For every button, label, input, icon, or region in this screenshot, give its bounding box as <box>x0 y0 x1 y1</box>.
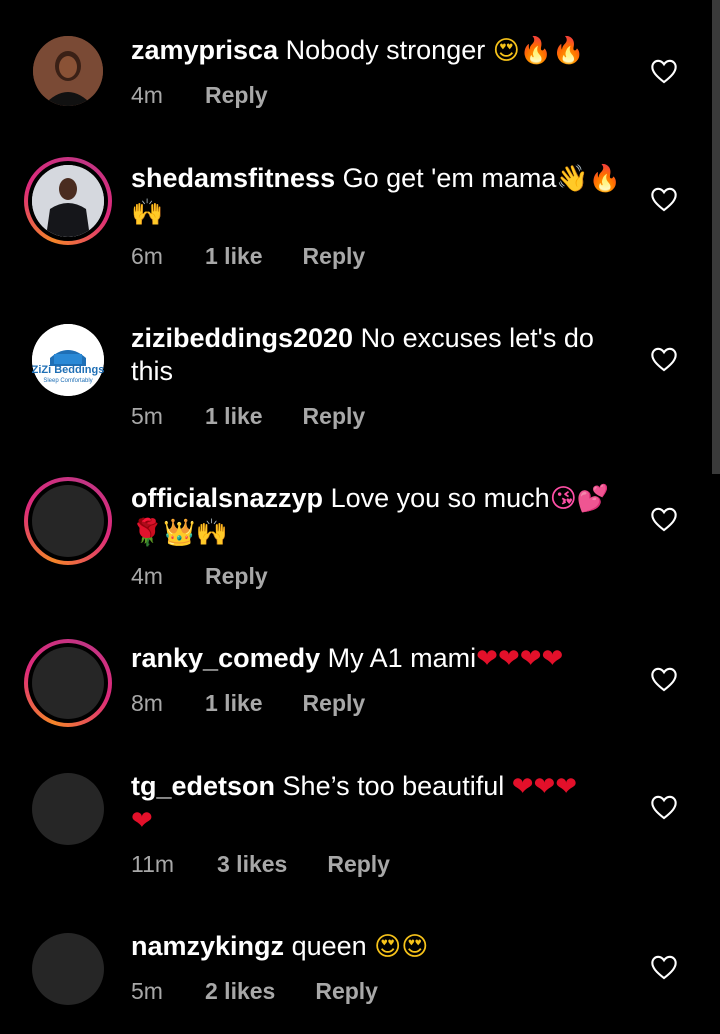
avatar[interactable] <box>23 476 113 566</box>
avatar[interactable]: ZiZi Beddings Sleep Comfortably <box>23 315 113 405</box>
comment-time: 6m <box>131 243 163 269</box>
heart-outline-icon[interactable] <box>650 794 678 820</box>
avatar-placeholder <box>32 647 104 719</box>
avatar-placeholder <box>32 933 104 1005</box>
comment-body: She’s too beautiful <box>282 771 505 801</box>
reply-button[interactable]: Reply <box>205 82 268 109</box>
brand-logo-subtext: Sleep Comfortably <box>43 378 93 384</box>
avatar[interactable] <box>23 764 113 854</box>
comment-time: 8m <box>131 690 163 716</box>
likes-count[interactable]: 3 likes <box>217 851 287 878</box>
comment-emoji: 👋🔥 <box>556 164 622 194</box>
comment-body: My A1 mami <box>327 643 477 673</box>
comment-body: No excuses let's do <box>360 323 594 353</box>
comment-emoji: 🙌 <box>131 198 164 228</box>
comment-meta: 5m 2 likes Reply <box>131 978 378 1005</box>
comment-emoji: ❤❤❤ <box>511 772 578 802</box>
reply-button[interactable]: Reply <box>303 243 366 270</box>
avatar[interactable] <box>23 638 113 728</box>
comment-text: zamyprisca Nobody stronger 😍🔥🔥 <box>131 34 631 68</box>
comment-username[interactable]: zizibeddings2020 <box>131 323 353 353</box>
comment-body: Go get 'em mama <box>342 163 557 193</box>
comment-time: 4m <box>131 563 163 589</box>
comment-text: shedamsfitness Go get 'em mama👋🔥 🙌 <box>131 162 631 230</box>
comment-username[interactable]: zamyprisca <box>131 35 278 65</box>
comment-text: tg_edetson She’s too beautiful ❤❤❤ ❤ <box>131 770 631 838</box>
comment-emoji: 😘💕 <box>549 484 610 514</box>
brand-logo-text: ZiZi Beddings <box>31 364 105 376</box>
comment-emoji: 🌹👑🙌 <box>131 518 229 548</box>
comment-body: Love you so much <box>330 483 550 513</box>
comment-meta: 5m 1 like Reply <box>131 403 365 430</box>
comment-time: 5m <box>131 403 163 429</box>
comment-text: zizibeddings2020 No excuses let's do thi… <box>131 322 631 388</box>
comment-time: 4m <box>131 82 163 108</box>
likes-count[interactable]: 2 likes <box>205 978 275 1005</box>
profile-photo <box>33 36 103 106</box>
story-ring <box>24 157 112 245</box>
avatar[interactable] <box>23 156 113 246</box>
comment-username[interactable]: tg_edetson <box>131 771 275 801</box>
comment-body: queen <box>291 931 367 961</box>
avatar[interactable] <box>23 26 113 116</box>
comment-emoji: 😍🔥🔥 <box>492 36 585 66</box>
comment-username[interactable]: shedamsfitness <box>131 163 335 193</box>
avatar-placeholder <box>32 773 104 845</box>
likes-count[interactable]: 1 like <box>205 403 263 430</box>
comment-meta: 11m 3 likes Reply <box>131 851 390 878</box>
reply-button[interactable]: Reply <box>327 851 390 878</box>
profile-photo <box>32 165 104 237</box>
likes-count[interactable]: 1 like <box>205 690 263 717</box>
reply-button[interactable]: Reply <box>303 403 366 430</box>
comment-body: Nobody stronger <box>285 35 486 65</box>
likes-count[interactable]: 1 like <box>205 243 263 270</box>
comment-meta: 4m Reply <box>131 82 268 109</box>
comment-text: ranky_comedy My A1 mami❤❤❤❤ <box>131 642 631 676</box>
comment-text: officialsnazzyp Love you so much😘💕 🌹👑🙌 <box>131 482 631 550</box>
comment-time: 11m <box>131 851 175 877</box>
avatar-placeholder <box>32 485 104 557</box>
heart-outline-icon[interactable] <box>650 58 678 84</box>
heart-outline-icon[interactable] <box>650 186 678 212</box>
comment-meta: 8m 1 like Reply <box>131 690 365 717</box>
comment-meta: 4m Reply <box>131 563 268 590</box>
comment-username[interactable]: officialsnazzyp <box>131 483 323 513</box>
heart-outline-icon[interactable] <box>650 346 678 372</box>
heart-outline-icon[interactable] <box>650 506 678 532</box>
comment-text: namzykingz queen 😍😍 <box>131 930 631 964</box>
heart-outline-icon[interactable] <box>650 666 678 692</box>
story-ring <box>24 639 112 727</box>
heart-outline-icon[interactable] <box>650 954 678 980</box>
comment-body-continued: this <box>131 356 174 386</box>
reply-button[interactable]: Reply <box>315 978 378 1005</box>
comment-emoji: ❤ <box>131 806 153 836</box>
scrollbar[interactable] <box>712 0 720 474</box>
reply-button[interactable]: Reply <box>303 690 366 717</box>
comment-emoji: ❤❤❤❤ <box>476 644 564 674</box>
comment-time: 5m <box>131 978 163 1004</box>
comment-username[interactable]: ranky_comedy <box>131 643 320 673</box>
comment-emoji: 😍😍 <box>374 932 429 962</box>
story-ring <box>24 477 112 565</box>
comment-meta: 6m 1 like Reply <box>131 243 365 270</box>
avatar[interactable] <box>23 924 113 1014</box>
comment-username[interactable]: namzykingz <box>131 931 284 961</box>
reply-button[interactable]: Reply <box>205 563 268 590</box>
